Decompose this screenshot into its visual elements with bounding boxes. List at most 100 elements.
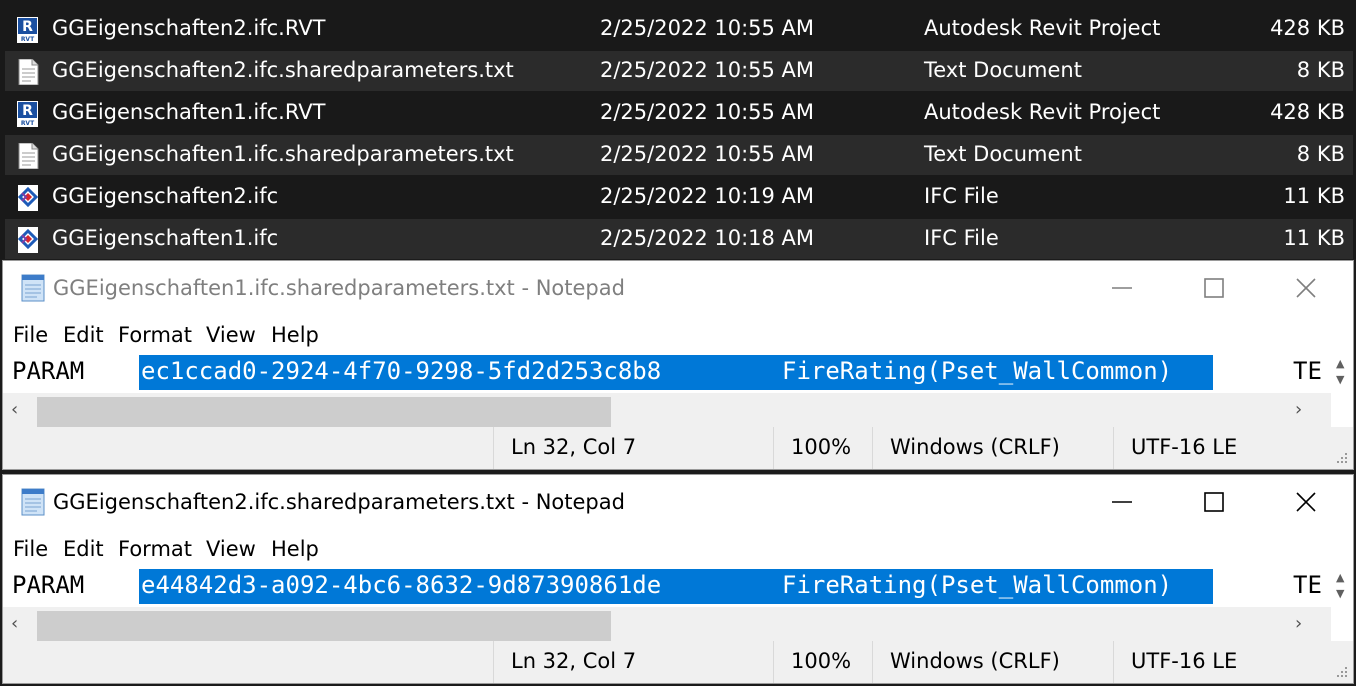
text-file-icon xyxy=(18,143,39,169)
window-title: GGEigenschaften1.ifc.sharedparameters.tx… xyxy=(53,276,625,300)
file-row[interactable]: GGEigenschaften1.ifc 2/25/2022 10:18 AM … xyxy=(5,219,1353,259)
minimize-button[interactable] xyxy=(1077,475,1167,529)
file-type: Autodesk Revit Project xyxy=(924,100,1161,124)
minimize-icon xyxy=(1112,287,1132,289)
file-row[interactable]: GGEigenschaften2.ifc 2/25/2022 10:19 AM … xyxy=(5,177,1353,217)
status-line-ending: Windows (CRLF) xyxy=(872,641,1060,683)
status-zoom: 100% xyxy=(773,427,851,469)
maximize-icon xyxy=(1204,278,1224,298)
notepad-app-icon xyxy=(21,488,45,516)
horizontal-scrollbar[interactable]: ‹ › xyxy=(3,393,1331,427)
revit-icon-caption: RVT xyxy=(21,120,35,127)
text-editor[interactable]: PARAM ec1ccad0-2924-4f70-9298-5fd2d253c8… xyxy=(3,355,1331,391)
notepad-app-icon xyxy=(21,274,45,302)
file-size: 428 KB xyxy=(1270,100,1345,124)
menu-file[interactable]: File xyxy=(13,323,48,347)
title-bar[interactable]: GGEigenschaften2.ifc.sharedparameters.tx… xyxy=(3,475,1353,529)
file-name: GGEigenschaften2.ifc.sharedparameters.tx… xyxy=(52,58,514,82)
scroll-thumb[interactable] xyxy=(37,611,611,641)
file-date-modified: 2/25/2022 10:19 AM xyxy=(600,184,815,208)
text-editor[interactable]: PARAM e44842d3-a092-4bc6-8632-9d87390861… xyxy=(3,569,1331,605)
line-keyword: PARAM xyxy=(12,571,85,599)
file-date-modified: 2/25/2022 10:55 AM xyxy=(600,142,815,166)
status-line-ending: Windows (CRLF) xyxy=(872,427,1060,469)
close-icon xyxy=(1296,278,1316,298)
scroll-right-icon[interactable]: › xyxy=(1295,613,1302,634)
file-date-modified: 2/25/2022 10:55 AM xyxy=(600,100,815,124)
selected-guid: e44842d3-a092-4bc6-8632-9d87390861de xyxy=(141,571,662,599)
vertical-scrollbar[interactable]: ▲ ▼ xyxy=(1331,569,1353,605)
file-row[interactable]: GGEigenschaften2.ifc.sharedparameters.tx… xyxy=(5,51,1353,91)
text-selection[interactable]: ec1ccad0-2924-4f70-9298-5fd2d253c8b8 Fir… xyxy=(139,355,1213,390)
close-button[interactable] xyxy=(1261,261,1351,315)
revit-icon-caption: RVT xyxy=(21,36,35,43)
resize-grip-icon[interactable] xyxy=(1333,449,1349,465)
explorer-file-list: R RVT GGEigenschaften2.ifc.RVT 2/25/2022… xyxy=(0,0,1356,259)
scroll-down-icon[interactable]: ▼ xyxy=(1336,373,1344,386)
menu-format[interactable]: Format xyxy=(118,323,192,347)
status-cursor-position: Ln 32, Col 7 xyxy=(493,641,636,683)
text-selection[interactable]: e44842d3-a092-4bc6-8632-9d87390861de Fir… xyxy=(139,569,1213,604)
line-keyword: PARAM xyxy=(12,357,85,385)
menu-help[interactable]: Help xyxy=(271,537,319,561)
close-icon xyxy=(1296,492,1316,512)
scroll-left-icon[interactable]: ‹ xyxy=(11,399,18,420)
menu-help[interactable]: Help xyxy=(271,323,319,347)
selected-guid: ec1ccad0-2924-4f70-9298-5fd2d253c8b8 xyxy=(141,357,662,385)
revit-file-icon: R RVT xyxy=(17,17,38,43)
ifc-file-icon xyxy=(17,227,39,253)
file-size: 11 KB xyxy=(1283,184,1345,208)
notepad-window-2[interactable]: GGEigenschaften2.ifc.sharedparameters.tx… xyxy=(2,474,1354,684)
scroll-up-icon[interactable]: ▲ xyxy=(1336,571,1344,584)
minimize-icon xyxy=(1112,501,1132,503)
line-overflow-text: TE xyxy=(1293,571,1322,599)
close-button[interactable] xyxy=(1261,475,1351,529)
menu-file[interactable]: File xyxy=(13,537,48,561)
menu-format[interactable]: Format xyxy=(118,537,192,561)
file-type: IFC File xyxy=(924,226,999,250)
title-bar[interactable]: GGEigenschaften1.ifc.sharedparameters.tx… xyxy=(3,261,1353,315)
maximize-button[interactable] xyxy=(1169,261,1259,315)
revit-icon-letter: R xyxy=(22,19,33,35)
revit-icon-letter: R xyxy=(22,103,33,119)
maximize-button[interactable] xyxy=(1169,475,1259,529)
ifc-file-icon xyxy=(17,185,39,211)
scroll-right-icon[interactable]: › xyxy=(1295,399,1302,420)
selected-param-name: FireRating(Pset_WallCommon) xyxy=(782,357,1173,385)
status-bar: Ln 32, Col 7 100% Windows (CRLF) UTF-16 … xyxy=(3,427,1353,469)
scroll-left-icon[interactable]: ‹ xyxy=(11,613,18,634)
file-type: Autodesk Revit Project xyxy=(924,16,1161,40)
horizontal-scrollbar[interactable]: ‹ › xyxy=(3,607,1331,641)
file-date-modified: 2/25/2022 10:55 AM xyxy=(600,16,815,40)
notepad-window-1[interactable]: GGEigenschaften1.ifc.sharedparameters.tx… xyxy=(2,260,1354,470)
maximize-icon xyxy=(1204,492,1224,512)
menu-bar: File Edit Format View Help xyxy=(3,535,1353,567)
resize-grip-icon[interactable] xyxy=(1333,663,1349,679)
menu-view[interactable]: View xyxy=(206,323,256,347)
file-name: GGEigenschaften1.ifc.sharedparameters.tx… xyxy=(52,142,514,166)
status-cursor-position: Ln 32, Col 7 xyxy=(493,427,636,469)
minimize-button[interactable] xyxy=(1077,261,1167,315)
scroll-thumb[interactable] xyxy=(37,397,611,427)
menu-edit[interactable]: Edit xyxy=(63,537,104,561)
scroll-up-icon[interactable]: ▲ xyxy=(1336,357,1344,370)
file-name: GGEigenschaften1.ifc xyxy=(52,226,279,250)
menu-view[interactable]: View xyxy=(206,537,256,561)
file-type: Text Document xyxy=(924,58,1082,82)
menu-edit[interactable]: Edit xyxy=(63,323,104,347)
vertical-scrollbar[interactable]: ▲ ▼ xyxy=(1331,355,1353,391)
file-row[interactable]: R RVT GGEigenschaften2.ifc.RVT 2/25/2022… xyxy=(5,9,1353,49)
file-row[interactable]: R RVT GGEigenschaften1.ifc.RVT 2/25/2022… xyxy=(5,93,1353,133)
window-title: GGEigenschaften2.ifc.sharedparameters.tx… xyxy=(53,490,625,514)
file-type: IFC File xyxy=(924,184,999,208)
status-encoding: UTF-16 LE xyxy=(1113,427,1353,469)
scroll-down-icon[interactable]: ▼ xyxy=(1336,587,1344,600)
file-row[interactable]: GGEigenschaften1.ifc.sharedparameters.tx… xyxy=(5,135,1353,175)
status-encoding: UTF-16 LE xyxy=(1113,641,1353,683)
status-bar: Ln 32, Col 7 100% Windows (CRLF) UTF-16 … xyxy=(3,641,1353,683)
file-type: Text Document xyxy=(924,142,1082,166)
file-name: GGEigenschaften2.ifc xyxy=(52,184,279,208)
selected-param-name: FireRating(Pset_WallCommon) xyxy=(782,571,1173,599)
file-size: 8 KB xyxy=(1296,142,1345,166)
menu-bar: File Edit Format View Help xyxy=(3,321,1353,353)
